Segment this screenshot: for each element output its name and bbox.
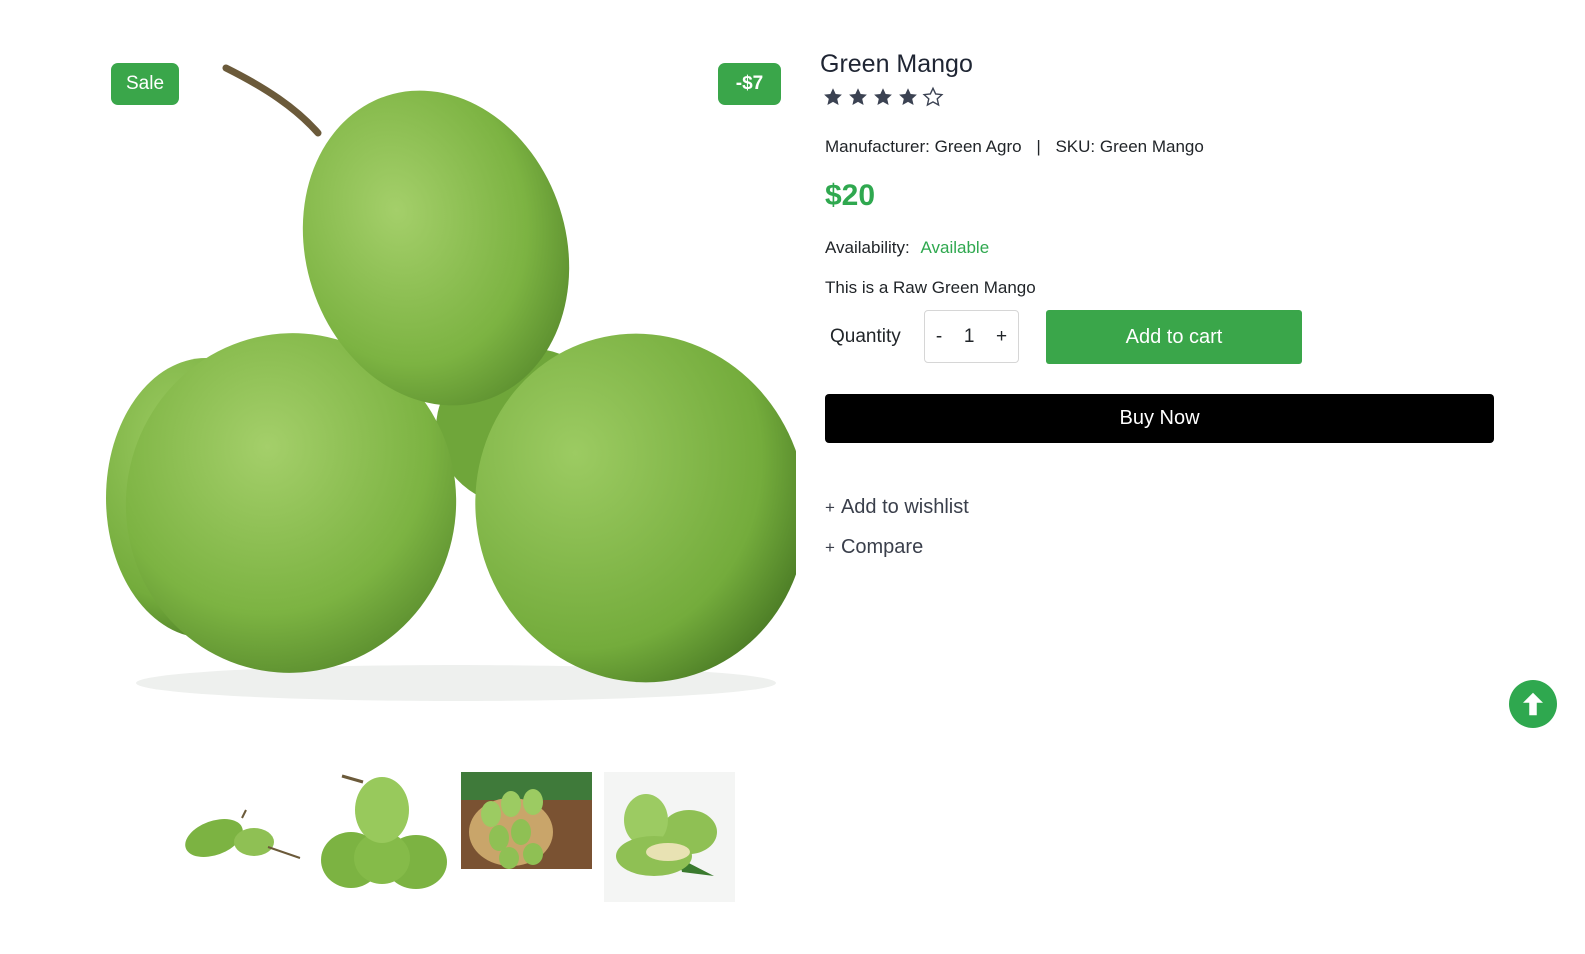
sku-value: Green Mango xyxy=(1099,137,1204,156)
product-page: Sale -$7 Green Mango Manufacturer: Green… xyxy=(0,0,1585,954)
quantity-decrement-button[interactable]: - xyxy=(936,326,942,348)
manufacturer-value: Green Agro xyxy=(934,137,1022,156)
add-to-wishlist-link[interactable]: + Add to wishlist xyxy=(825,496,969,519)
thumbnail-2[interactable] xyxy=(318,772,449,902)
thumbnail-4[interactable] xyxy=(604,772,735,902)
quantity-increment-button[interactable]: + xyxy=(996,326,1007,348)
manufacturer-label: Manufacturer: xyxy=(825,137,930,156)
add-to-cart-button[interactable]: Add to cart xyxy=(1046,310,1302,364)
plus-icon: + xyxy=(825,538,835,557)
sale-badge: Sale xyxy=(111,63,179,105)
star-empty-icon xyxy=(922,86,944,107)
compare-link[interactable]: + Compare xyxy=(825,536,923,559)
scroll-to-top-button[interactable] xyxy=(1509,680,1557,728)
quantity-stepper: - 1 + xyxy=(924,310,1019,363)
thumbnail-1[interactable] xyxy=(176,772,307,902)
product-main-image[interactable] xyxy=(96,48,796,708)
product-description: This is a Raw Green Mango xyxy=(825,278,1036,297)
star-filled-icon xyxy=(874,88,892,105)
compare-label: Compare xyxy=(840,536,924,558)
star-filled-icon xyxy=(824,88,842,105)
quantity-value[interactable]: 1 xyxy=(964,326,975,348)
discount-badge: -$7 xyxy=(718,63,781,105)
product-meta: Manufacturer: Green Agro | SKU: Green Ma… xyxy=(825,137,1204,157)
star-filled-icon xyxy=(899,88,917,105)
product-title: Green Mango xyxy=(820,50,973,78)
wishlist-label: Add to wishlist xyxy=(840,496,969,518)
plus-icon: + xyxy=(825,498,835,517)
product-price: $20 xyxy=(825,179,876,212)
buy-now-button[interactable]: Buy Now xyxy=(825,394,1494,443)
star-filled-icon xyxy=(849,88,867,105)
thumbnail-3[interactable] xyxy=(461,772,592,869)
sku-label: SKU: xyxy=(1055,137,1096,156)
quantity-label: Quantity xyxy=(830,326,901,347)
rating-stars xyxy=(822,86,944,108)
availability-status: Available xyxy=(920,238,990,257)
availability: Availability: Available xyxy=(825,238,989,258)
arrow-up-icon xyxy=(1523,692,1543,716)
meta-separator: | xyxy=(1036,137,1041,156)
availability-label: Availability: xyxy=(825,238,910,257)
